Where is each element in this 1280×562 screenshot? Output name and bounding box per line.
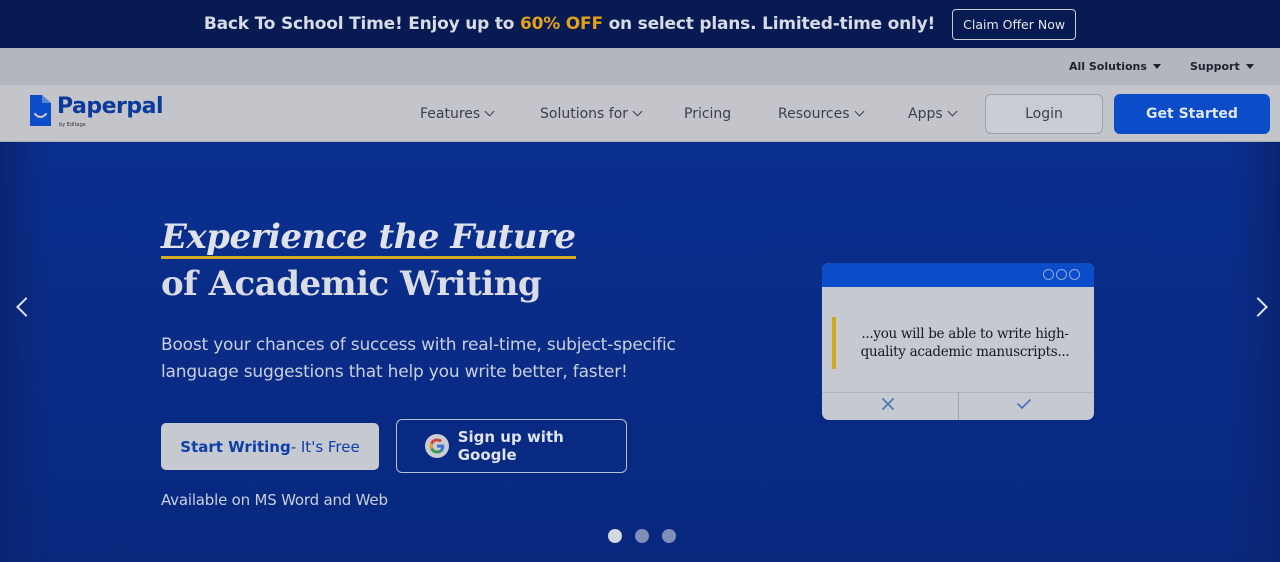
hero-section: Experience the Future of Academic Writin… xyxy=(0,142,1280,562)
nav-features-label: Features xyxy=(420,105,481,122)
card-actions-divider xyxy=(958,392,959,420)
card-titlebar xyxy=(822,263,1094,287)
card-sample-text: ...you will be able to write high-qualit… xyxy=(860,326,1070,360)
nav-resources-label: Resources xyxy=(778,105,850,122)
login-button[interactable]: Login xyxy=(985,94,1103,134)
nav-solutions-for[interactable]: Solutions for xyxy=(540,85,643,142)
start-writing-button[interactable]: Start Writing - It's Free xyxy=(161,423,379,470)
logo-wordmark: Paperpal xyxy=(57,94,164,119)
nav-pricing[interactable]: Pricing xyxy=(684,85,731,142)
logo-byline: by Editage xyxy=(59,122,86,128)
start-writing-label: Start Writing xyxy=(180,437,291,456)
hero-headline-emphasis: Experience the Future xyxy=(161,217,576,259)
all-solutions-dropdown[interactable]: All Solutions xyxy=(1069,48,1161,85)
chevron-down-icon xyxy=(484,106,495,117)
utility-bar: All Solutions Support xyxy=(0,48,1280,85)
nav-solutions-label: Solutions for xyxy=(540,105,629,122)
claim-offer-button[interactable]: Claim Offer Now xyxy=(952,8,1077,40)
carousel-dot-3[interactable] xyxy=(662,529,676,543)
nav-pricing-label: Pricing xyxy=(684,105,732,122)
hero-left-edge xyxy=(0,142,50,562)
promo-banner: Back To School Time! Enjoy up to 60% OFF… xyxy=(0,0,1280,48)
window-restore-icon xyxy=(1056,269,1067,280)
nav-features[interactable]: Features xyxy=(420,85,495,142)
nav-apps[interactable]: Apps xyxy=(908,85,958,142)
carousel-dot-2[interactable] xyxy=(635,529,649,543)
all-solutions-label: All Solutions xyxy=(1069,60,1147,73)
promo-text-before: Back To School Time! Enjoy up to xyxy=(203,14,520,34)
get-started-button[interactable]: Get Started xyxy=(1114,94,1270,134)
carousel-dot-1[interactable] xyxy=(608,529,622,543)
accept-check-icon[interactable] xyxy=(1016,397,1032,411)
availability-note: Available on MS Word and Web xyxy=(161,491,388,509)
card-accent-bar xyxy=(832,317,836,369)
window-close-icon xyxy=(1069,269,1080,280)
start-writing-free-label: - It's Free xyxy=(290,437,360,456)
support-dropdown[interactable]: Support xyxy=(1190,48,1254,85)
promo-text: Back To School Time! Enjoy up to 60% OFF… xyxy=(204,14,935,34)
carousel-dots xyxy=(608,529,676,543)
google-signup-button[interactable]: Sign up with Google xyxy=(396,419,627,473)
support-label: Support xyxy=(1190,60,1240,73)
hero-headline-line2: of Academic Writing xyxy=(161,264,542,304)
promo-text-after: on select plans. Limited-time only! xyxy=(602,14,936,34)
caret-down-icon xyxy=(1245,64,1254,69)
nav-resources[interactable]: Resources xyxy=(778,85,864,142)
promo-highlight: 60% OFF xyxy=(519,14,603,34)
card-body: ...you will be able to write high-qualit… xyxy=(822,287,1094,392)
google-icon xyxy=(425,434,449,458)
google-signup-label: Sign up with Google xyxy=(457,428,564,464)
editor-preview-card: ...you will be able to write high-qualit… xyxy=(822,263,1094,420)
hero-subtitle: Boost your chances of success with real-… xyxy=(161,335,676,382)
paperpal-logo[interactable]: Paperpal by Editage xyxy=(27,93,164,128)
chevron-down-icon xyxy=(854,106,864,117)
caret-down-icon xyxy=(1152,64,1161,69)
reject-icon[interactable] xyxy=(881,397,895,411)
hero-right-edge xyxy=(1230,142,1280,562)
paperpal-logo-icon xyxy=(27,93,54,128)
window-minimize-icon xyxy=(1043,269,1054,280)
chevron-down-icon xyxy=(947,106,958,117)
hero-headline-line1: Experience the Future xyxy=(161,217,576,259)
chevron-down-icon xyxy=(632,106,643,117)
main-nav: Paperpal by Editage Features Solutions f… xyxy=(0,85,1280,142)
nav-apps-label: Apps xyxy=(908,105,943,122)
